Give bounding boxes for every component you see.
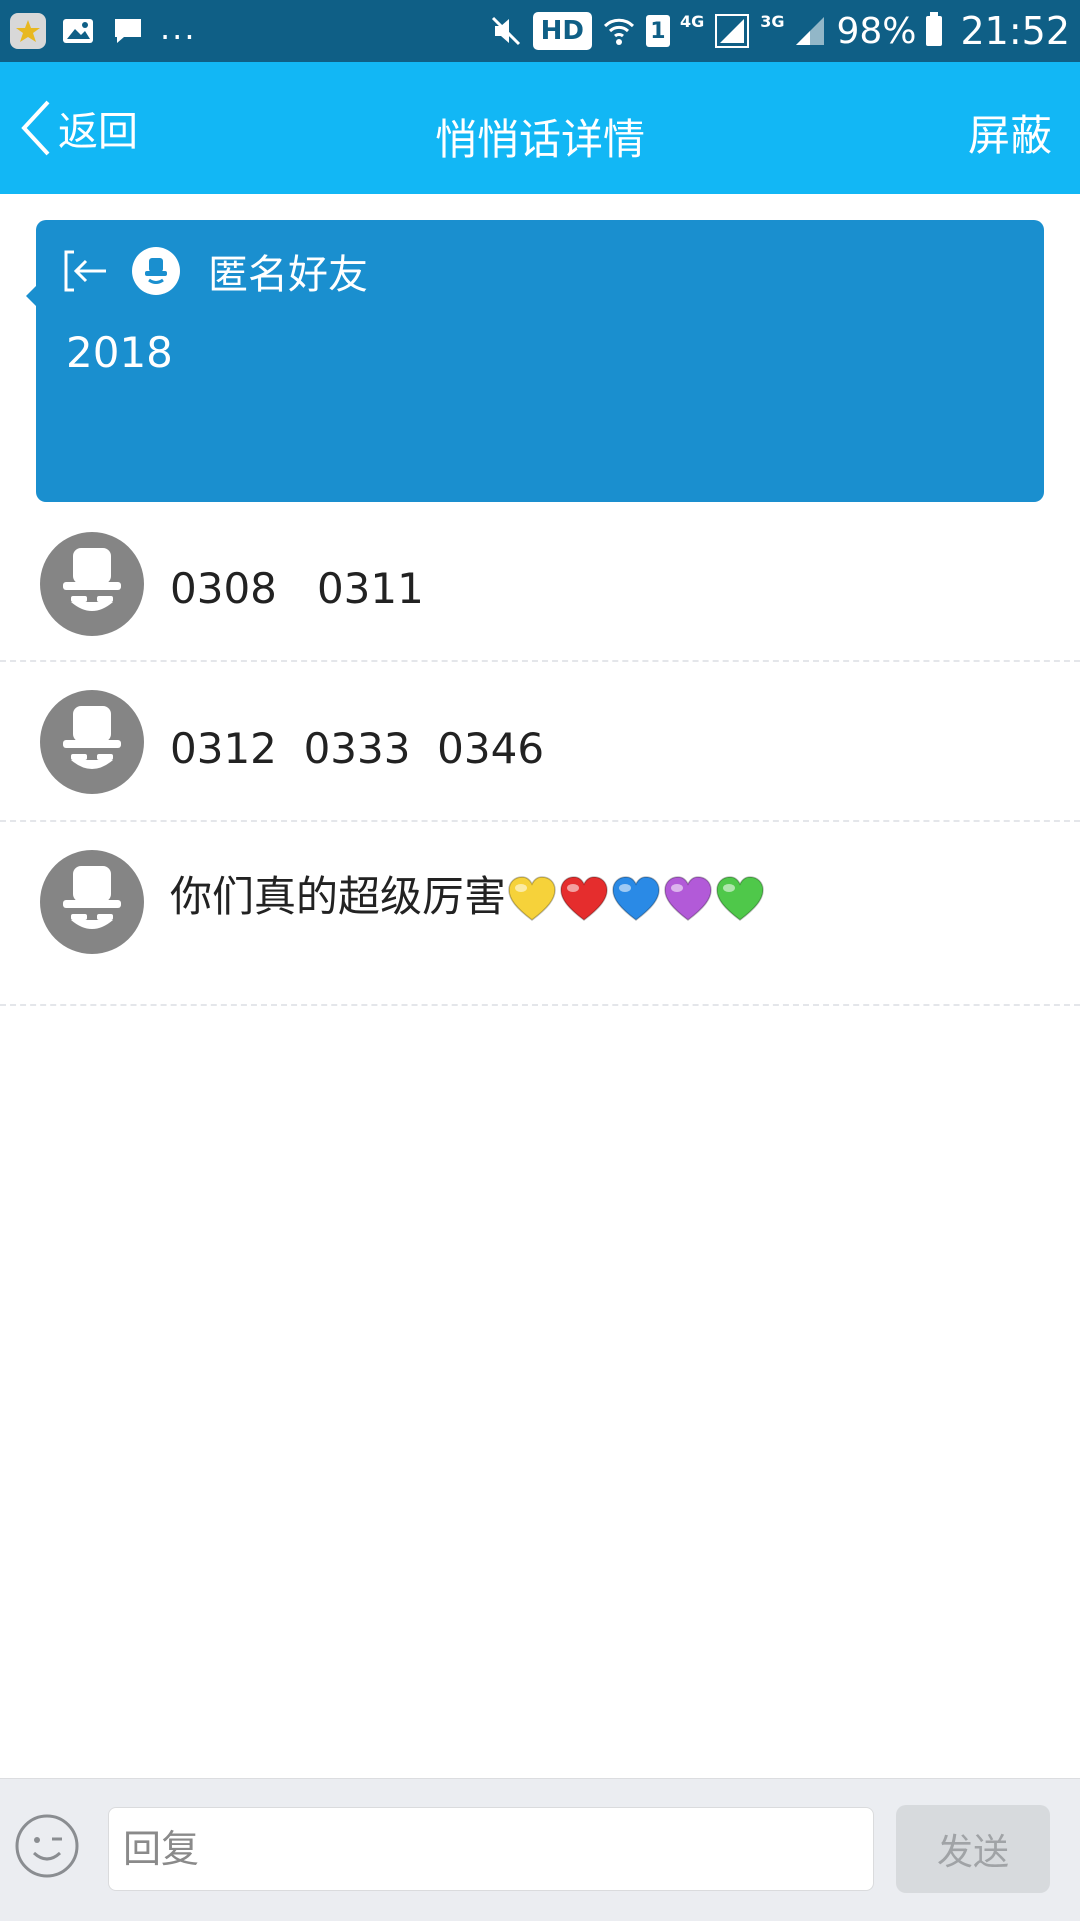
heart-icon [508, 876, 556, 921]
heart-icon [716, 876, 764, 921]
network-3g-label: 3G [760, 12, 785, 31]
mute-icon [491, 16, 520, 46]
sim-indicator: 1 [645, 15, 670, 47]
card-tail [26, 286, 36, 306]
anonymous-avatar-icon [40, 532, 144, 636]
exit-icon [64, 250, 106, 292]
send-button[interactable]: 发送 [896, 1805, 1050, 1893]
wifi-icon [603, 18, 634, 45]
heart-icon [560, 876, 608, 921]
app-notification-icon [10, 13, 46, 49]
battery-icon [926, 12, 943, 46]
more-notifications: ... [160, 9, 197, 47]
status-bar: ... HD 1 4G 3G 98% 21:52 [0, 0, 1080, 62]
anonymous-avatar-icon [40, 850, 144, 954]
clock: 21:52 [960, 9, 1070, 53]
message-icon [110, 13, 146, 49]
whisper-card: 匿名好友 2018 [26, 220, 1044, 502]
system-icons: HD 1 4G 3G 98% 21:52 [489, 6, 1070, 56]
anonymous-avatar-icon [132, 247, 180, 295]
reply-item: 0308 0311 [0, 520, 1080, 662]
sender-name: 匿名好友 [208, 252, 368, 298]
whisper-message: 2018 [66, 328, 173, 377]
smiley-icon [15, 1814, 79, 1878]
emoji-button[interactable] [14, 1813, 80, 1879]
reply-text-content: 你们真的超级厉害 [170, 872, 507, 921]
reply-input[interactable] [108, 1807, 874, 1891]
page-title: 悄悄话详情 [434, 115, 645, 164]
hd-badge: HD [532, 12, 592, 50]
reply-text: 0312 0333 0346 [170, 724, 545, 773]
notification-icons: ... [10, 10, 197, 52]
anonymous-avatar-icon [40, 690, 144, 794]
image-icon [60, 13, 96, 49]
signal-icon-2 [796, 17, 825, 45]
reply-list: 0308 0311 0312 0333 0346 你们真的超级厉害 [0, 520, 1080, 1006]
reply-text: 0308 0311 [170, 564, 424, 613]
reply-item: 0312 0333 0346 [0, 662, 1080, 822]
heart-emojis [506, 875, 766, 921]
signal-icon [715, 14, 750, 48]
reply-text: 你们真的超级厉害 [170, 868, 930, 927]
heart-icon [664, 876, 712, 921]
card-header: 匿名好友 [62, 244, 368, 298]
block-button[interactable]: 屏蔽 [968, 102, 1052, 163]
network-4g-label: 4G [679, 12, 705, 31]
reply-bar: 发送 [0, 1778, 1080, 1921]
heart-icon [612, 876, 660, 921]
reply-item: 你们真的超级厉害 [0, 822, 1080, 1006]
battery-percent: 98% [836, 10, 917, 52]
nav-bar: 返回 悄悄话详情 屏蔽 [0, 62, 1080, 194]
